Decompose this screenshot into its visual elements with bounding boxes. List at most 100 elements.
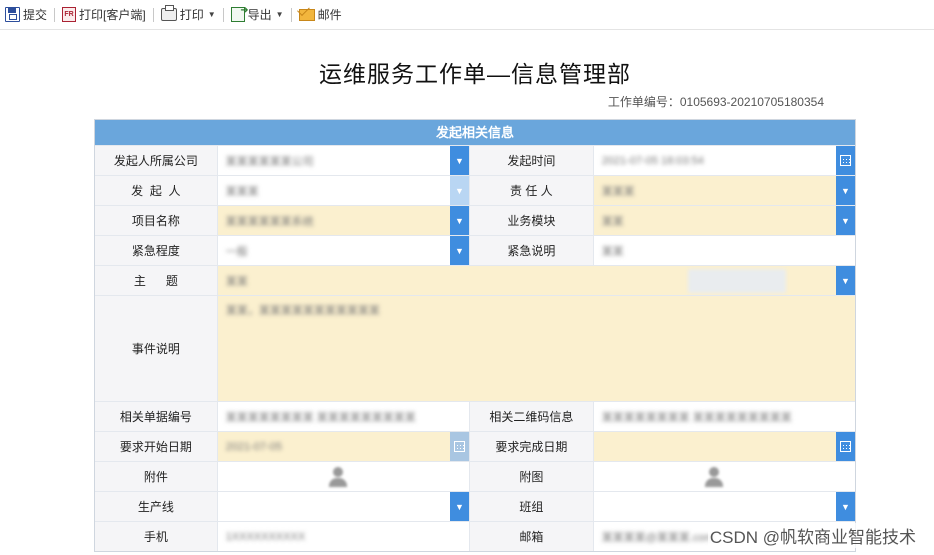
req-finish-label: 要求完成日期 <box>469 432 594 461</box>
form-row: 相关单据编号 某某某某某某某某 某某某某某某某某某 相关二维码信息 某某某某某某… <box>95 401 855 431</box>
req-finish-field[interactable] <box>593 432 855 461</box>
form-row: 要求开始日期 2021-07-05 要求完成日期 <box>95 431 855 461</box>
module-label: 业务模块 <box>469 206 594 235</box>
print-client-label: 打印[客户端] <box>79 8 146 22</box>
form-row: 项目名称 某某某某某某系统 ▼ 业务模块 某某 ▼ <box>95 205 855 235</box>
description-label: 事件说明 <box>95 296 218 401</box>
submit-label: 提交 <box>23 8 48 22</box>
form-row: 生产线 ▼ 班组 ▼ <box>95 491 855 521</box>
print-client-button[interactable]: FR 打印[客户端] <box>59 4 149 26</box>
chevron-down-icon[interactable]: ▼ <box>450 146 470 175</box>
email-value: 某某某某@某某某.com <box>601 531 714 544</box>
project-label: 项目名称 <box>95 206 218 235</box>
related-doc-input[interactable]: 某某某某某某某某 某某某某某某某某某 <box>217 402 470 431</box>
subject-picker-button[interactable] <box>687 269 786 293</box>
mail-icon <box>298 8 315 21</box>
urgency-note-input[interactable]: 某某 <box>593 236 855 265</box>
upload-icon[interactable] <box>326 465 350 489</box>
company-select[interactable]: 某某某某某某公司 ▼ <box>217 146 470 175</box>
chevron-down-icon[interactable]: ▼ <box>836 206 855 235</box>
figure-upload[interactable] <box>593 462 855 491</box>
chevron-down-icon[interactable]: ▼ <box>836 266 855 295</box>
toolbar: 提交 FR 打印[客户端] 打印 ▼ 导出 ▼ 邮件 <box>0 0 934 30</box>
attachment-label: 附件 <box>95 462 218 491</box>
print-button[interactable]: 打印 ▼ <box>158 4 219 26</box>
owner-select[interactable]: 某某某 ▼ <box>593 176 855 205</box>
subject-value: 某某 <box>225 275 248 288</box>
req-start-field[interactable]: 2021-07-05 <box>217 432 470 461</box>
project-select[interactable]: 某某某某某某系统 ▼ <box>217 206 470 235</box>
watermark: CSDN @帆软商业智能技术 <box>707 523 918 548</box>
save-icon <box>5 7 20 22</box>
attachment-upload[interactable] <box>217 462 470 491</box>
printer-icon <box>160 5 177 21</box>
toolbar-divider <box>222 7 224 22</box>
line-select[interactable]: ▼ <box>217 492 470 521</box>
company-label: 发起人所属公司 <box>95 146 218 175</box>
owner-value: 某某某 <box>601 185 635 198</box>
related-doc-label: 相关单据编号 <box>95 402 218 431</box>
calendar-icon[interactable] <box>450 432 470 461</box>
calendar-icon[interactable] <box>836 432 855 461</box>
urgency-label: 紧急程度 <box>95 236 218 265</box>
form-row: 附件 附图 <box>95 461 855 491</box>
toolbar-divider <box>290 7 292 22</box>
calendar-icon[interactable] <box>836 146 855 175</box>
team-select[interactable]: ▼ <box>593 492 855 521</box>
start-time-field[interactable]: 2021-07-05 18:03:54 <box>593 146 855 175</box>
mail-label: 邮件 <box>317 8 342 22</box>
fr-print-icon: FR <box>62 7 77 22</box>
submit-button[interactable]: 提交 <box>2 4 50 26</box>
chevron-down-icon[interactable]: ▼ <box>450 236 470 265</box>
module-value: 某某 <box>601 215 624 228</box>
toolbar-divider <box>54 7 56 22</box>
chevron-down-icon[interactable]: ▼ <box>836 176 855 205</box>
start-time-label: 发起时间 <box>469 146 594 175</box>
chevron-down-icon[interactable]: ▼ <box>836 492 855 521</box>
line-label: 生产线 <box>95 492 218 521</box>
chevron-down-icon: ▼ <box>207 10 216 19</box>
form-row: 发起人所属公司 某某某某某某公司 ▼ 发起时间 2021-07-05 18:03… <box>95 145 855 175</box>
owner-label: 责 任 人 <box>469 176 594 205</box>
company-value: 某某某某某某公司 <box>225 155 314 168</box>
initiator-value: 某某某 <box>225 185 259 198</box>
related-qr-input[interactable]: 某某某某某某某某 某某某某某某某某某 <box>593 402 855 431</box>
project-value: 某某某某某某系统 <box>225 215 314 228</box>
related-doc-value: 某某某某某某某某 某某某某某某某某某 <box>225 411 416 424</box>
chevron-down-icon[interactable]: ▼ <box>450 176 470 205</box>
start-time-value: 2021-07-05 18:03:54 <box>601 154 704 167</box>
phone-label: 手机 <box>95 522 218 551</box>
chevron-down-icon: ▼ <box>275 10 284 19</box>
toolbar-divider <box>152 7 154 22</box>
urgency-value: 一般 <box>225 245 248 258</box>
module-select[interactable]: 某某 ▼ <box>593 206 855 235</box>
team-label: 班组 <box>469 492 594 521</box>
req-start-value: 2021-07-05 <box>225 440 282 453</box>
figure-label: 附图 <box>469 462 594 491</box>
phone-input[interactable]: 1XXXXXXXXXX <box>217 522 470 551</box>
subject-input[interactable]: 某某 ▼ <box>217 266 855 295</box>
related-qr-value: 某某某某某某某某 某某某某某某某某某 <box>601 411 792 424</box>
export-button[interactable]: 导出 ▼ <box>228 4 287 26</box>
export-icon <box>230 5 249 22</box>
urgency-note-value: 某某 <box>601 245 624 258</box>
mail-button[interactable]: 邮件 <box>296 4 345 26</box>
work-order-form: 发起相关信息 发起人所属公司 某某某某某某公司 ▼ 发起时间 2021-07-0… <box>94 119 856 552</box>
order-number: 工作单编号：0105693-20210705180354 <box>607 95 824 109</box>
urgency-note-label: 紧急说明 <box>469 236 594 265</box>
form-row: 主 题 某某 ▼ <box>95 265 855 295</box>
chevron-down-icon[interactable]: ▼ <box>450 492 470 521</box>
subject-label: 主 题 <box>95 266 218 295</box>
form-row: 发 起 人 某某某 ▼ 责 任 人 某某某 ▼ <box>95 175 855 205</box>
req-start-label: 要求开始日期 <box>95 432 218 461</box>
form-row: 事件说明 某某，某某某某某某某某某某某 <box>95 295 855 401</box>
upload-icon[interactable] <box>702 465 726 489</box>
chevron-down-icon[interactable]: ▼ <box>450 206 470 235</box>
initiator-select[interactable]: 某某某 ▼ <box>217 176 470 205</box>
print-label: 打印 <box>179 8 204 22</box>
description-textarea[interactable]: 某某，某某某某某某某某某某某 <box>217 296 855 401</box>
urgency-select[interactable]: 一般 ▼ <box>217 236 470 265</box>
description-value: 某某，某某某某某某某某某某某 <box>225 305 380 317</box>
export-label: 导出 <box>247 8 272 22</box>
related-qr-label: 相关二维码信息 <box>469 402 594 431</box>
